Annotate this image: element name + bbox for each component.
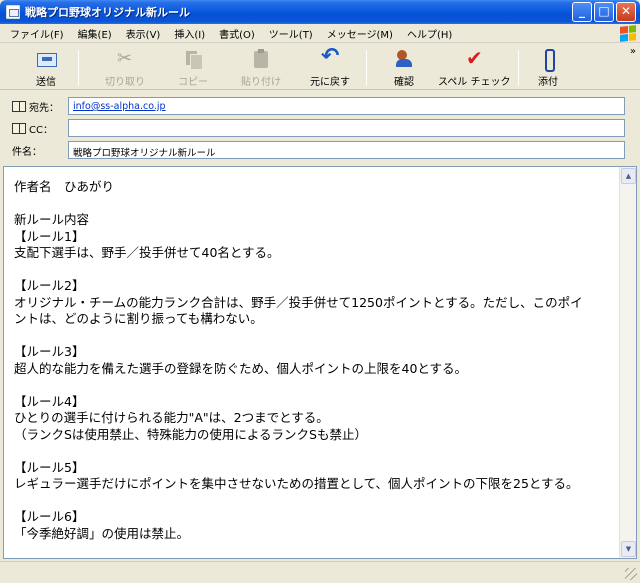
body-line: 新ルール内容 [14,212,90,227]
window-title: 戦略プロ野球オリジナル新ルール [25,6,190,19]
paperclip-icon [537,48,559,72]
body-line: 【ルール6】 [14,509,85,524]
maximize-button[interactable]: □ [594,2,614,22]
copy-label: コピー [178,77,208,88]
mail-window-icon [6,5,20,19]
subject-label: 件名： [12,147,42,158]
message-header: 宛先： info@ss-alpha.co.jp CC： 件名： 戦略プロ野球オリ… [0,91,640,163]
message-body-text[interactable]: 作者名 ひあがり 新ルール内容 【ルール1】 支配下選手は、野手／投手併せて40名とす… [14,179,614,542]
body-line: 【ルール1】 [14,228,85,244]
subject-row: 件名： 戦略プロ野球オリジナル新ルール [0,140,640,160]
body-line [14,443,614,460]
menu-edit[interactable]: 編集(E) [78,26,112,41]
scissors-icon [114,48,136,70]
send-icon [35,48,57,70]
undo-label: 元に戻す [310,77,350,88]
toolbar-separator [518,50,519,86]
status-bar [0,561,640,583]
body-line: （ランクSは使用禁止、特殊能力の使用によるランクSも禁止） [14,426,367,442]
menu-help[interactable]: ヘルプ(H) [407,26,452,41]
title-bar: 戦略プロ野球オリジナル新ルール _ □ ✕ [0,0,640,24]
windows-logo-icon [620,25,636,42]
copy-icon [182,48,204,70]
spell-label: スペル チェック [438,77,511,88]
body-line [14,196,614,213]
cc-row: CC： [0,118,640,138]
body-line: ントは、どのように割り振っても構わない。 [14,311,263,326]
body-line: レギュラー選手だけにポイントを集中させないための措置として、個人ポイントの下限を… [14,476,579,491]
spell-check-button[interactable]: スペル チェック [438,46,511,88]
menu-message[interactable]: メッセージ(M) [327,26,393,41]
body-line [14,493,614,510]
subject-field[interactable]: 戦略プロ野球オリジナル新ルール [68,141,625,159]
body-line [14,262,614,279]
vertical-scrollbar[interactable]: ▲ ▼ [619,167,636,558]
paste-label: 貼り付け [241,77,281,88]
send-button[interactable]: 送信 [22,48,70,88]
to-label: 宛先： [29,103,59,114]
copy-button[interactable]: コピー [168,48,218,88]
body-line: 超人的な能力を備えた選手の登録を防ぐため、個人ポイントの上限を40とする。 [14,360,468,376]
message-body[interactable]: 作者名 ひあがり 新ルール内容 【ルール1】 支配下選手は、野手／投手併せて40名とす… [3,166,637,559]
body-line: 「今季絶好調」の使用は禁止。 [14,525,190,541]
scroll-down-button[interactable]: ▼ [621,541,636,557]
menu-bar: ファイル(F) 編集(E) 表示(V) 挿入(I) 書式(O) ツール(T) メ… [0,24,640,43]
cut-button[interactable]: 切り取り [98,48,152,88]
body-line: オリジナル・チームの能力ランク合計は、野手／投手併せて1250ポイントとする。た… [14,294,583,310]
check-names-button[interactable]: 確認 [382,48,426,88]
minimize-button[interactable]: _ [572,2,592,22]
person-check-icon [393,48,415,70]
toolbar: 送信 切り取り コピー 貼り付け 元に戻す 確認 スペル チェック 添付 » [0,44,640,90]
cc-label-group[interactable]: CC： [12,121,53,136]
close-button[interactable]: ✕ [616,2,636,22]
body-line: 作者名 ひあがり [14,179,115,194]
to-row: 宛先： info@ss-alpha.co.jp [0,96,640,116]
to-field[interactable]: info@ss-alpha.co.jp [68,97,625,115]
scroll-up-button[interactable]: ▲ [621,168,636,184]
body-line: 【ルール2】 [14,278,85,293]
to-address: info@ss-alpha.co.jp [73,101,166,112]
menu-tools[interactable]: ツール(T) [269,26,313,41]
undo-button[interactable]: 元に戻す [302,44,358,88]
body-line: ひとりの選手に付けられる能力"A"は、2つまでとする。 [14,410,329,425]
menu-format[interactable]: 書式(O) [219,26,255,41]
address-book-icon [12,123,26,134]
send-label: 送信 [36,77,56,88]
cc-field[interactable] [68,119,625,137]
body-line: 支配下選手は、野手／投手併せて40名とする。 [14,245,280,260]
undo-arrow-icon [319,44,341,70]
attach-label: 添付 [538,77,558,88]
check-label: 確認 [394,77,414,88]
body-line: 【ルール4】 [14,393,85,409]
to-label-group[interactable]: 宛先： [12,99,59,114]
window-controls: _ □ ✕ [572,2,636,22]
toolbar-overflow-icon[interactable]: » [630,46,636,57]
body-line [14,328,614,345]
address-book-icon [12,101,26,112]
body-line [14,377,614,394]
cc-label: CC： [29,125,53,136]
body-line: 【ルール5】 [14,459,85,475]
menu-insert[interactable]: 挿入(I) [174,26,205,41]
cut-label: 切り取り [105,77,145,88]
clipboard-icon [250,48,272,70]
paste-button[interactable]: 貼り付け [234,48,288,88]
menu-file[interactable]: ファイル(F) [10,26,64,41]
body-line: 【ルール3】 [14,344,85,359]
menu-view[interactable]: 表示(V) [126,26,161,41]
attach-button[interactable]: 添付 [528,48,568,88]
toolbar-separator [366,50,367,86]
spell-check-icon [462,46,484,70]
toolbar-separator [78,50,79,86]
resize-grip-icon[interactable] [625,568,637,580]
